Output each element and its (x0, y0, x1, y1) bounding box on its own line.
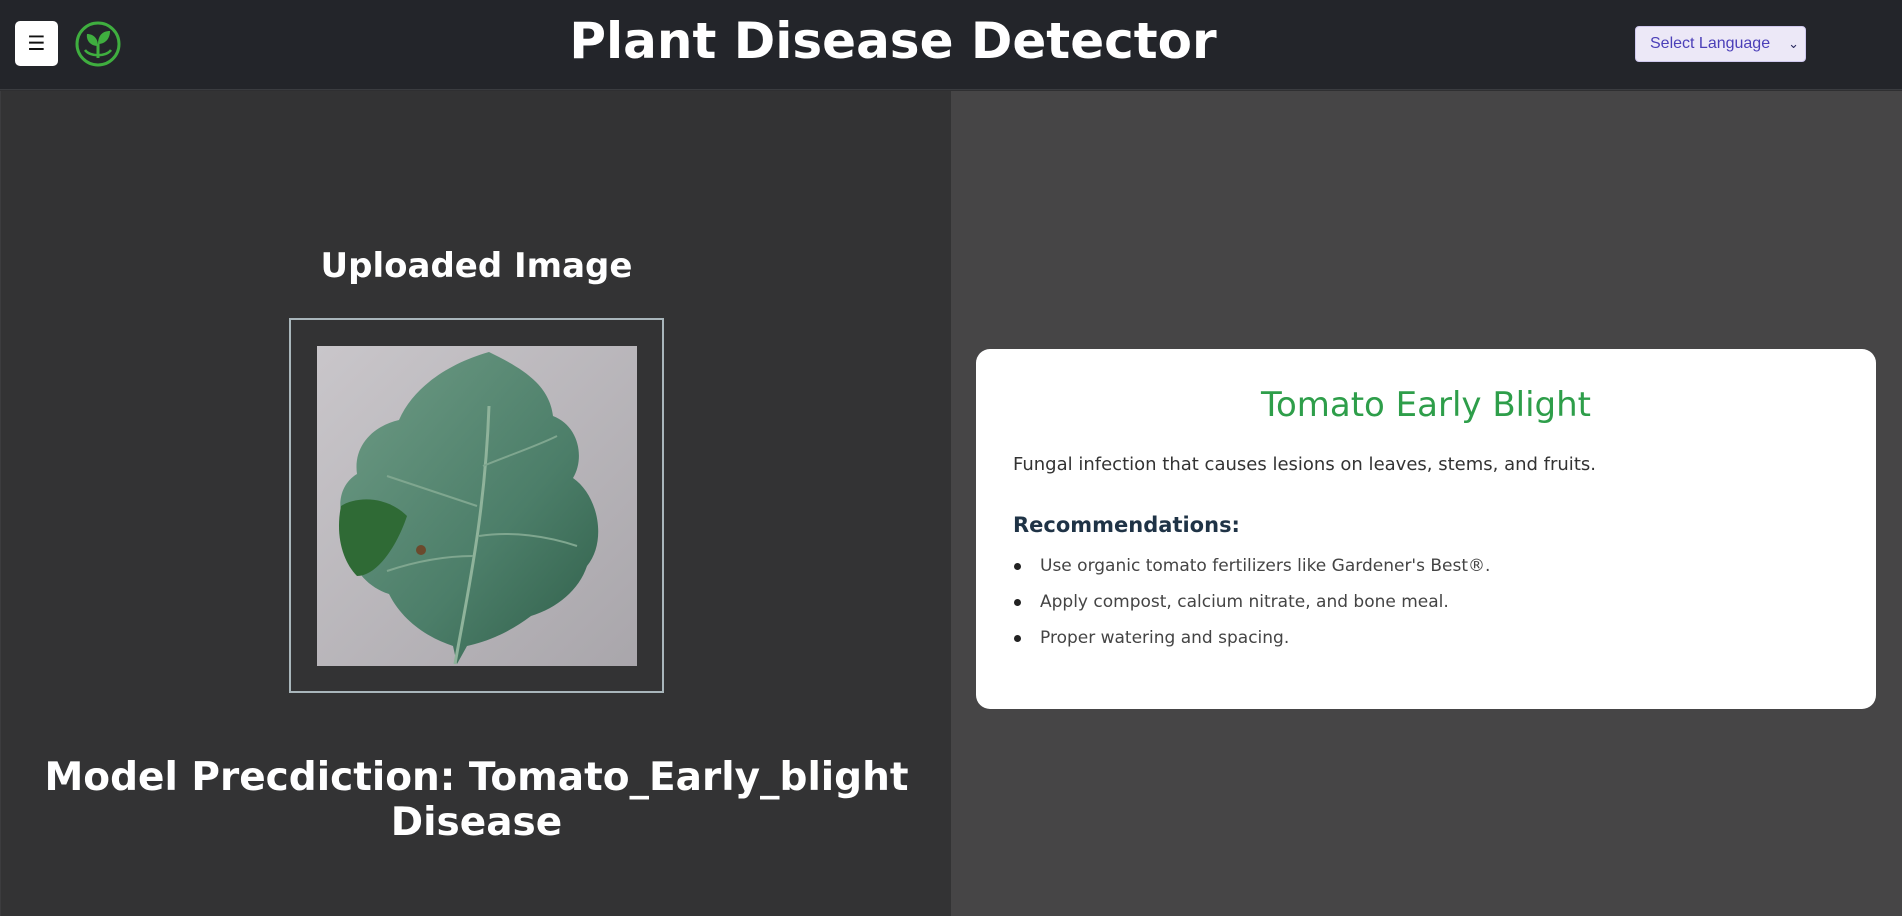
image-frame (289, 318, 664, 693)
app-title: Plant Disease Detector (569, 12, 1217, 70)
recommendation-text: Proper watering and spacing. (1040, 628, 1290, 648)
tomato-leaf-image (317, 346, 637, 666)
disease-description: Fungal infection that causes lesions on … (1013, 454, 1596, 475)
list-item: Apply compost, calcium nitrate, and bone… (1013, 590, 1490, 626)
upload-panel: Uploaded Image Model Precdiction: Tomato… (0, 91, 951, 916)
recommendations-list: Use organic tomato fertilizers like Gard… (1013, 554, 1490, 662)
bullet-icon (1014, 599, 1021, 606)
disease-title: Tomato Early Blight (1260, 385, 1592, 425)
uploaded-image-heading: Uploaded Image (320, 246, 633, 286)
chevron-down-icon: ⌄ (1788, 36, 1799, 51)
language-select-value: Select Language (1650, 35, 1771, 52)
list-item: Use organic tomato fertilizers like Gard… (1013, 554, 1490, 590)
disease-info-card: Tomato Early Blight Fungal infection tha… (976, 349, 1876, 709)
recommendations-heading: Recommendations: (1013, 513, 1240, 537)
language-select[interactable]: Select Language ⌄ (1635, 26, 1806, 62)
recommendation-text: Use organic tomato fertilizers like Gard… (1040, 556, 1491, 576)
app-header: ☰ Plant Disease Detector Select Language… (0, 0, 1902, 90)
list-item: Proper watering and spacing. (1013, 626, 1490, 662)
recommendation-text: Apply compost, calcium nitrate, and bone… (1040, 592, 1449, 612)
model-prediction: Model Precdiction: Tomato_Early_blight D… (44, 755, 909, 845)
bullet-icon (1014, 635, 1021, 642)
bullet-icon (1014, 563, 1021, 570)
